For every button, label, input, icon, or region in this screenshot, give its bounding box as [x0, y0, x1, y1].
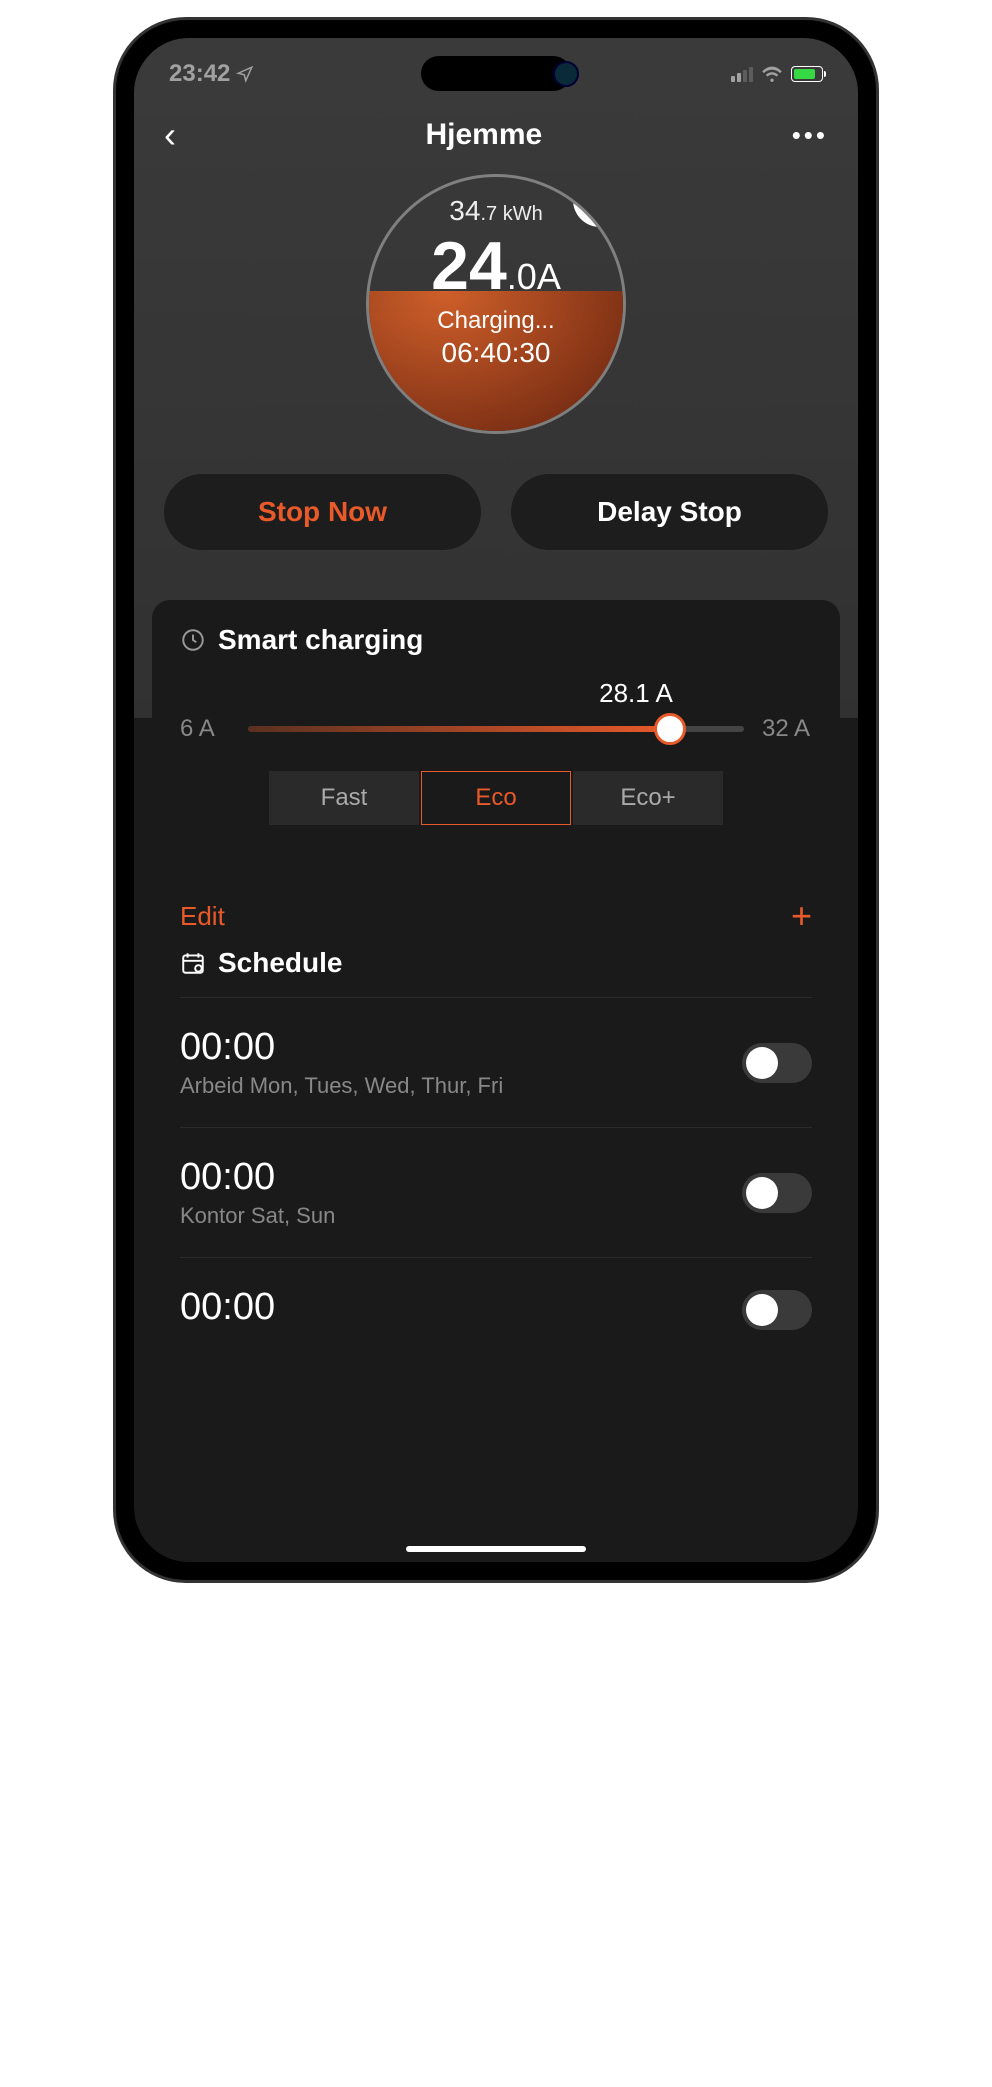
amps-minor: .0A	[507, 256, 561, 297]
schedule-time: 00:00	[180, 1286, 275, 1329]
schedule-days: Kontor Sat, Sun	[180, 1203, 335, 1229]
schedule-card: Edit + Schedule 00:00 Arbeid Mon, Tues, …	[152, 871, 840, 1385]
smart-charging-title: Smart charging	[218, 624, 423, 656]
dynamic-island	[421, 56, 571, 91]
schedule-edit-button[interactable]: Edit	[180, 901, 225, 932]
slider-max-label: 32 A	[762, 715, 812, 743]
mode-ecoplus-button[interactable]: Eco+	[573, 771, 723, 825]
amp-slider[interactable]	[248, 726, 744, 732]
charging-timer: 06:40:30	[442, 337, 551, 369]
mode-fast-button[interactable]: Fast	[269, 771, 419, 825]
toggle-knob	[746, 1294, 778, 1326]
slider-fill	[248, 726, 670, 732]
home-indicator[interactable]	[406, 1546, 586, 1552]
current-value: 24.0A	[431, 227, 561, 305]
schedule-item-info: 00:00 Arbeid Mon, Tues, Wed, Thur, Fri	[180, 1026, 503, 1099]
smart-charging-icon	[180, 627, 206, 653]
toggle-knob	[746, 1047, 778, 1079]
charging-check-icon	[585, 185, 615, 215]
amp-slider-container: 28.1 A 6 A 32 A	[180, 678, 812, 743]
more-button[interactable]: •••	[792, 120, 828, 151]
schedule-days: Arbeid Mon, Tues, Wed, Thur, Fri	[180, 1073, 503, 1099]
slider-handle[interactable]	[654, 713, 686, 745]
delay-stop-button[interactable]: Delay Stop	[511, 474, 828, 550]
mode-eco-button[interactable]: Eco	[421, 771, 571, 825]
schedule-item-info: 00:00	[180, 1286, 275, 1333]
kwh-major: 34	[449, 195, 480, 226]
schedule-toggle[interactable]	[742, 1290, 812, 1330]
amps-major: 24	[431, 228, 507, 304]
schedule-item[interactable]: 00:00 Arbeid Mon, Tues, Wed, Thur, Fri	[180, 998, 812, 1128]
schedule-time: 00:00	[180, 1156, 335, 1199]
charging-status-text: Charging...	[437, 307, 554, 335]
slider-min-label: 6 A	[180, 715, 230, 743]
schedule-add-button[interactable]: +	[791, 895, 812, 937]
schedule-item[interactable]: 00:00	[180, 1258, 812, 1361]
app-header: ‹ Hjemme •••	[134, 96, 858, 174]
gauge-container: 34.7 kWh 24.0A Charging... 06:40:30	[134, 174, 858, 434]
toggle-knob	[746, 1177, 778, 1209]
slider-current-value: 28.1 A	[460, 678, 812, 709]
phone-screen: 23:42 ‹ Hjemme •••	[134, 38, 858, 1562]
battery-icon	[791, 66, 823, 82]
schedule-toggle[interactable]	[742, 1173, 812, 1213]
schedule-time: 00:00	[180, 1026, 503, 1069]
schedule-title: Schedule	[218, 947, 342, 979]
action-row: Stop Now Delay Stop	[134, 434, 858, 600]
schedule-item[interactable]: 00:00 Kontor Sat, Sun	[180, 1128, 812, 1258]
phone-frame: 23:42 ‹ Hjemme •••	[116, 20, 876, 1580]
schedule-title-row: Schedule	[180, 947, 812, 998]
schedule-header-row: Edit +	[180, 895, 812, 937]
slider-row: 6 A 32 A	[180, 715, 812, 743]
schedule-toggle[interactable]	[742, 1043, 812, 1083]
charging-gauge: 34.7 kWh 24.0A Charging... 06:40:30	[366, 174, 626, 434]
energy-value: 34.7 kWh	[449, 195, 542, 227]
smart-charging-header: Smart charging	[180, 624, 812, 656]
charge-check-badge	[573, 174, 626, 227]
smart-charging-card: Smart charging 28.1 A 6 A 32 A Fast Eco …	[152, 600, 840, 849]
kwh-minor: .7 kWh	[480, 203, 542, 225]
page-title: Hjemme	[176, 118, 792, 152]
back-button[interactable]: ‹	[164, 114, 176, 156]
calendar-icon	[180, 950, 206, 976]
mode-selector: Fast Eco Eco+	[180, 771, 812, 825]
stop-now-button[interactable]: Stop Now	[164, 474, 481, 550]
schedule-item-info: 00:00 Kontor Sat, Sun	[180, 1156, 335, 1229]
